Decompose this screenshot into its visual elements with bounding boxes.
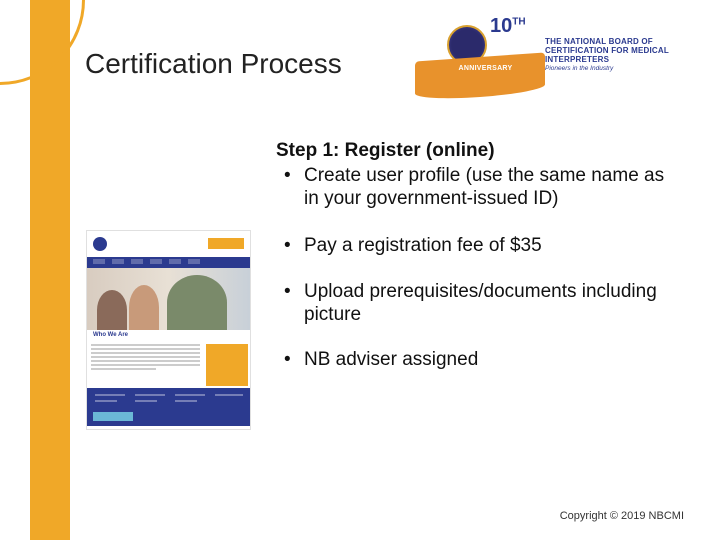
ribbon-text: ANNIVERSARY bbox=[423, 65, 548, 72]
thumb-side-panel bbox=[206, 344, 248, 386]
list-item: Pay a registration fee of $35 bbox=[276, 234, 676, 257]
thumb-hero-image bbox=[87, 268, 250, 330]
thumb-cta-button bbox=[208, 238, 244, 249]
org-name-line2: Pioneers in the Industry bbox=[545, 65, 685, 72]
thumb-body bbox=[87, 342, 250, 388]
content-block: Step 1: Register (online) Create user pr… bbox=[276, 140, 676, 393]
website-screenshot-thumbnail: Who We Are bbox=[86, 230, 251, 430]
decorative-left-band bbox=[30, 0, 70, 540]
anniversary-10: 10 bbox=[490, 15, 512, 37]
thumb-paragraph bbox=[87, 342, 204, 388]
anniversary-th: TH bbox=[512, 16, 525, 27]
anniversary-badge: 10TH ANNIVERSARY bbox=[425, 15, 540, 105]
thumb-person-icon bbox=[97, 290, 127, 330]
thumb-logo-icon bbox=[93, 237, 107, 251]
list-item: Create user profile (use the same name a… bbox=[276, 164, 676, 210]
list-item: Upload prerequisites/documents including… bbox=[276, 280, 676, 326]
anniversary-number: 10TH bbox=[490, 15, 526, 38]
thumb-person-icon bbox=[167, 275, 227, 330]
thumb-person-icon bbox=[129, 285, 159, 330]
bullet-list: Create user profile (use the same name a… bbox=[276, 164, 676, 371]
org-name-line1: THE NATIONAL BOARD OF CERTIFICATION FOR … bbox=[545, 37, 685, 64]
thumb-footer bbox=[87, 388, 250, 426]
ribbon-icon bbox=[415, 52, 545, 101]
ribbon-main: ANNIVERSARY bbox=[423, 65, 548, 72]
thumb-header bbox=[87, 231, 250, 257]
thumb-nav bbox=[87, 257, 250, 268]
list-item: NB adviser assigned bbox=[276, 348, 676, 371]
step-heading: Step 1: Register (online) bbox=[276, 140, 676, 162]
org-name: THE NATIONAL BOARD OF CERTIFICATION FOR … bbox=[545, 37, 685, 72]
org-logo-block: 10TH ANNIVERSARY THE NATIONAL BOARD OF C… bbox=[425, 15, 680, 105]
copyright-text: Copyright © 2019 NBCMI bbox=[560, 510, 684, 522]
decorative-corner-circle bbox=[0, 0, 85, 85]
page-title: Certification Process bbox=[85, 48, 342, 80]
thumb-section-heading: Who We Are bbox=[87, 330, 250, 342]
thumb-footer-button bbox=[93, 412, 133, 421]
